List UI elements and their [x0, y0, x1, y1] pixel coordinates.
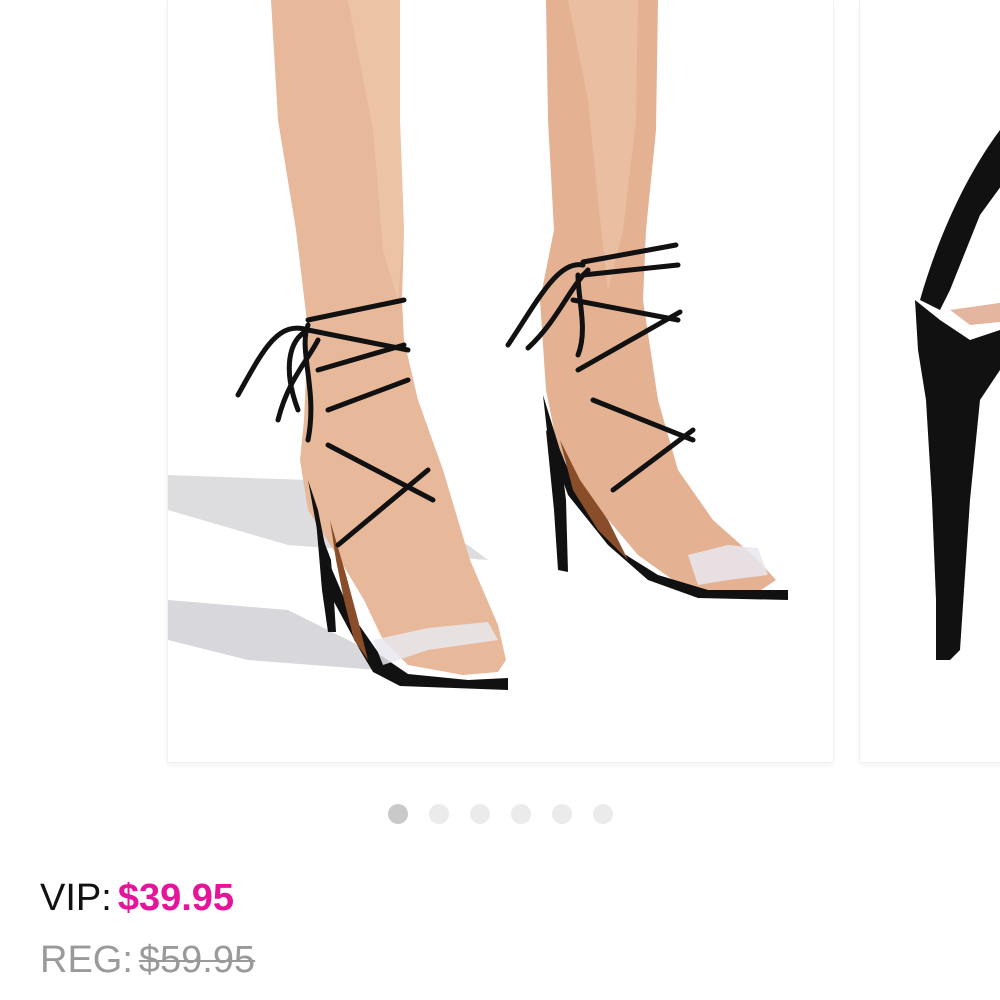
carousel-dot-4[interactable]	[511, 804, 531, 824]
regular-price-amount: $59.95	[138, 939, 256, 981]
carousel-dot-1[interactable]	[388, 804, 408, 824]
carousel-pagination	[388, 804, 613, 824]
carousel-dot-5[interactable]	[552, 804, 572, 824]
product-page: VIP: $39.95 REG: $59.95	[0, 0, 1000, 1000]
vip-price-amount: $39.95	[117, 877, 235, 919]
carousel-dot-6[interactable]	[593, 804, 613, 824]
product-image-carousel[interactable]	[0, 0, 1000, 790]
sandal-side-photo	[860, 0, 1000, 762]
product-image-main[interactable]	[168, 0, 833, 762]
vip-price: VIP: $39.95	[40, 874, 234, 922]
carousel-dot-2[interactable]	[429, 804, 449, 824]
product-image-next[interactable]	[860, 0, 1000, 762]
regular-price-label: REG:	[40, 939, 133, 981]
sandal-photo	[168, 0, 833, 762]
vip-price-label: VIP:	[40, 877, 112, 919]
regular-price: REG: $59.95	[40, 936, 255, 984]
carousel-dot-3[interactable]	[470, 804, 490, 824]
